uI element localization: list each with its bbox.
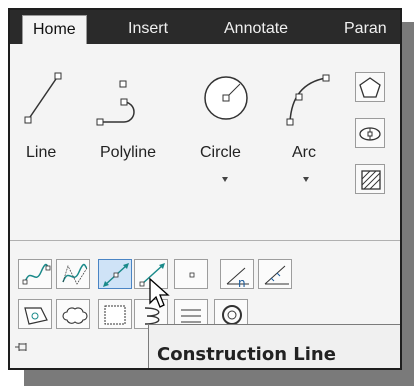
polygon-icon xyxy=(359,77,381,98)
mouse-cursor-icon xyxy=(149,277,170,308)
tab-annotate[interactable]: Annotate xyxy=(224,16,288,42)
region-icon xyxy=(24,307,48,325)
tab-insert[interactable]: Insert xyxy=(128,16,168,42)
spline-cv-icon xyxy=(62,263,88,285)
hatch-button[interactable] xyxy=(355,164,385,194)
revision-cloud-icon xyxy=(62,307,88,324)
polyline-icon xyxy=(96,80,135,126)
tooltip-title: Construction Line xyxy=(157,344,336,365)
wipeout-button[interactable] xyxy=(98,299,132,329)
wipeout-icon xyxy=(104,305,126,325)
polygon-button[interactable] xyxy=(355,72,385,102)
arc-dropdown-arrow-icon[interactable] xyxy=(303,177,309,182)
divide-icon: n xyxy=(226,267,249,290)
tab-home[interactable]: Home xyxy=(22,15,87,45)
pin-icon[interactable] xyxy=(14,340,30,354)
measure-icon xyxy=(264,265,289,285)
ellipse-button[interactable] xyxy=(355,118,385,148)
arc-icon xyxy=(286,74,330,126)
spline-fit-button[interactable] xyxy=(18,259,52,289)
spline-cv-button[interactable] xyxy=(56,259,90,289)
line-icon xyxy=(24,72,62,124)
circle-dropdown-arrow-icon[interactable] xyxy=(222,177,228,182)
hatch-icon xyxy=(361,170,381,190)
region-button[interactable] xyxy=(18,299,52,329)
circle-icon xyxy=(204,76,248,120)
point-icon xyxy=(189,272,195,278)
divide-button[interactable]: n xyxy=(220,259,254,290)
revision-cloud-button[interactable] xyxy=(56,299,90,329)
construction-line-icon xyxy=(103,263,129,287)
svg-text:n: n xyxy=(238,276,246,290)
arc-label: Arc xyxy=(292,144,316,161)
measure-button[interactable] xyxy=(258,259,292,289)
tooltip: Construction Line xyxy=(148,324,400,368)
draw-panel: Line Polyline Circle Arc xyxy=(10,44,400,240)
tab-parametric[interactable]: Paran xyxy=(344,16,387,42)
line-label: Line xyxy=(26,144,57,161)
spline-fit-icon xyxy=(22,263,51,285)
polyline-label: Polyline xyxy=(100,144,157,161)
ribbon-tab-bar: Home Insert Annotate Paran xyxy=(10,10,400,45)
construction-line-button[interactable] xyxy=(98,259,132,289)
ribbon-window: Home Insert Annotate Paran Line Polyline… xyxy=(8,8,402,370)
point-button[interactable] xyxy=(174,259,208,289)
circle-label: Circle xyxy=(200,144,241,161)
ellipse-icon xyxy=(359,127,381,141)
